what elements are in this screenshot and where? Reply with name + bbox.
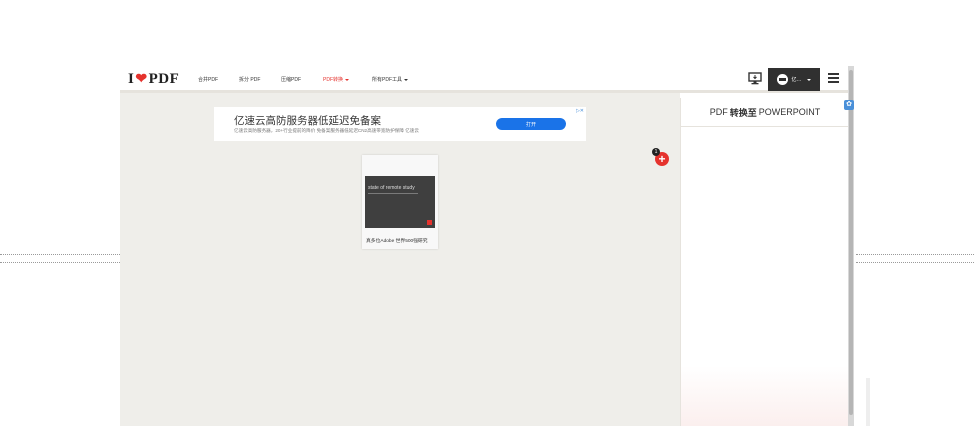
- ad-close-icon[interactable]: ▷✕: [576, 108, 584, 114]
- chevron-down-icon: [404, 78, 409, 81]
- sidebar-title-suffix: POWERPOINT: [758, 107, 821, 117]
- nav-link-merge[interactable]: 合并PDF: [198, 76, 218, 83]
- scrollbar[interactable]: [848, 66, 854, 426]
- chevron-down-icon: [806, 78, 811, 81]
- nav-link-convert[interactable]: PDF转换: [323, 76, 350, 83]
- sidebar-title-bold: 转换至: [729, 107, 757, 118]
- dotted-guide-left: [0, 254, 120, 263]
- ad-open-button[interactable]: 打开: [496, 118, 566, 130]
- navbar: I ❤ PDF 合并PDF 拆分 PDF 压缩PDF PDF转换 所有PDF工具…: [120, 66, 854, 93]
- workspace: 亿速云高防服务器低延迟免备案 亿速云高防服务器，20+行业提前的降价 免备案服务…: [120, 93, 680, 426]
- ad-title: 亿速云高防服务器低延迟免备案: [234, 115, 381, 127]
- ad-subtitle: 亿速云高防服务器，20+行业提前的降价 免备案服务器低延迟CN2高速带宽防护保障…: [234, 128, 419, 133]
- ad-banner[interactable]: 亿速云高防服务器低延迟免备案 亿速云高防服务器，20+行业提前的降价 免备案服务…: [214, 107, 586, 141]
- user-menu-button[interactable]: 亿…: [768, 68, 820, 91]
- sidebar-title: PDF 转换至 POWERPOINT: [681, 98, 849, 127]
- chevron-down-icon: [345, 78, 350, 81]
- app-frame: I ❤ PDF 合并PDF 拆分 PDF 压缩PDF PDF转换 所有PDF工具…: [120, 66, 856, 426]
- avatar: [777, 74, 789, 85]
- thumbnail-title: state of remote study: [368, 185, 415, 191]
- convert-button-area: [681, 366, 849, 426]
- dotted-guide-right: [856, 254, 974, 263]
- file-card[interactable]: state of remote study 真多位Adobe 世界500强研究: [362, 155, 438, 249]
- nav-link-split[interactable]: 拆分 PDF: [239, 76, 260, 83]
- file-type-icon: [427, 220, 432, 225]
- nav-link-convert-label: PDF转换: [323, 77, 344, 83]
- nav-link-all-tools-label: 所有PDF工具: [372, 77, 403, 83]
- user-name: 亿…: [791, 77, 802, 83]
- file-count-badge: 1: [652, 148, 660, 156]
- options-sidebar: PDF 转换至 POWERPOINT: [680, 98, 849, 426]
- hamburger-menu-icon[interactable]: [828, 73, 839, 83]
- nav-link-all-tools[interactable]: 所有PDF工具: [372, 76, 409, 83]
- file-name: 真多位Adobe 世界500强研究: [366, 239, 428, 244]
- settings-badge-icon[interactable]: ✿: [844, 100, 854, 110]
- desktop-icon[interactable]: [748, 72, 762, 85]
- ilovepdf-logo[interactable]: I ❤ PDF: [128, 71, 179, 88]
- logo-text-right: PDF: [148, 71, 180, 87]
- file-thumbnail: state of remote study: [365, 176, 435, 228]
- scrollbar-thumb[interactable]: [849, 70, 853, 415]
- thumbnail-subline: [368, 193, 418, 194]
- divider: [866, 378, 870, 426]
- sidebar-title-prefix: PDF: [709, 107, 728, 117]
- heart-icon: ❤: [135, 72, 148, 87]
- logo-text-left: I: [128, 71, 135, 87]
- nav-link-compress[interactable]: 压缩PDF: [281, 76, 301, 83]
